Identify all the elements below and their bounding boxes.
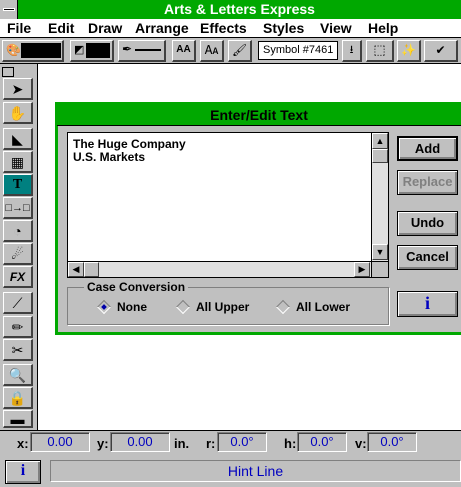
shapes-tool-icon[interactable]: ◣: [3, 128, 33, 150]
text-entry-area[interactable]: The Huge Company U.S. Markets ▲ ▼ ◀ ▶: [67, 132, 389, 278]
system-menu-button[interactable]: [0, 0, 18, 19]
radio-all-lower-label[interactable]: All Lower: [296, 300, 350, 314]
x-label: x:: [17, 436, 29, 451]
menu-file[interactable]: File: [7, 19, 31, 37]
scroll-down-icon[interactable]: ▼: [372, 244, 388, 260]
transform-tool-icon[interactable]: □→□: [3, 197, 33, 219]
text-content[interactable]: The Huge Company U.S. Markets: [73, 138, 186, 164]
symbol-dropdown-icon[interactable]: ⭳: [342, 40, 362, 62]
palette-icon: 🎨: [6, 43, 21, 57]
hscroll-thumb[interactable]: [84, 262, 99, 277]
rotate-tool-icon[interactable]: ◔: [3, 220, 33, 242]
y-label: y:: [97, 436, 109, 451]
undo-button[interactable]: Undo: [397, 211, 458, 236]
menu-edit[interactable]: Edit: [48, 19, 74, 37]
menu-effects[interactable]: Effects: [200, 19, 247, 37]
text-line: U.S. Markets: [73, 150, 146, 164]
app-title: Arts & Letters Express: [164, 1, 315, 17]
line-color-button[interactable]: ◩: [70, 40, 114, 62]
pencil-tool-icon[interactable]: ✏: [3, 316, 33, 338]
pen-icon: ✒: [122, 42, 133, 56]
line-sample: [135, 49, 161, 51]
unit-label: in.: [174, 436, 190, 451]
clipart-tool-icon[interactable]: ▦: [3, 151, 33, 173]
line-color-swatch: [86, 43, 110, 58]
fill-color-swatch: [21, 43, 61, 58]
r-field[interactable]: 0.0°: [217, 432, 267, 452]
brush-icon[interactable]: 🖌: [228, 40, 252, 62]
zoom-tool-icon[interactable]: 🔍: [3, 364, 33, 386]
palette-menu-icon[interactable]: [2, 67, 14, 77]
hint-line: Hint Line: [50, 460, 461, 482]
text-style-icon[interactable]: 🗛: [200, 40, 224, 62]
line-tool-icon[interactable]: ⟋: [3, 292, 33, 314]
selection-handles-icon[interactable]: ⬚: [366, 40, 394, 62]
radio-none-label[interactable]: None: [117, 300, 147, 314]
v-field[interactable]: 0.0°: [367, 432, 417, 452]
horizontal-scrollbar[interactable]: ◀ ▶: [68, 261, 371, 277]
dialog-info-button[interactable]: i: [397, 291, 458, 317]
line-style-button[interactable]: ✒: [118, 40, 166, 62]
replace-button[interactable]: Replace: [397, 170, 458, 195]
lock-tool-icon[interactable]: 🔒: [3, 387, 33, 409]
cancel-button[interactable]: Cancel: [397, 245, 458, 270]
y-field[interactable]: 0.00: [110, 432, 170, 452]
scroll-left-icon[interactable]: ◀: [68, 262, 84, 277]
magic-wand-icon[interactable]: ✨: [397, 40, 421, 62]
fill-color-button[interactable]: 🎨: [2, 40, 64, 62]
add-button[interactable]: Add: [397, 136, 458, 161]
case-conversion-label: Case Conversion: [84, 280, 189, 294]
graph-tool-icon[interactable]: ☄: [3, 243, 33, 265]
toolbar: 🎨 ◩ ✒ AA 🗛 🖌 Symbol #7461 ⭳ ⬚ ✨ ✔: [0, 38, 461, 64]
scroll-up-icon[interactable]: ▲: [372, 133, 388, 149]
pointer-tool-icon[interactable]: ➤: [3, 78, 33, 100]
v-label: v:: [355, 436, 367, 451]
hand-tool-icon[interactable]: ✋: [3, 102, 33, 124]
status-info-button[interactable]: i: [5, 460, 41, 484]
vertical-scrollbar[interactable]: ▲ ▼: [371, 133, 388, 261]
menu-bar: File Edit Draw Arrange Effects Styles Vi…: [0, 19, 461, 38]
r-label: r:: [206, 436, 216, 451]
menu-styles[interactable]: Styles: [263, 19, 304, 37]
h-label: h:: [284, 436, 297, 451]
fx-tool-icon[interactable]: FX: [3, 266, 33, 288]
x-field[interactable]: 0.00: [30, 432, 90, 452]
symbol-field[interactable]: Symbol #7461: [258, 41, 338, 60]
scissors-tool-icon[interactable]: ✂: [3, 339, 33, 361]
checkmark-pen-icon[interactable]: ✔: [424, 40, 458, 62]
menu-arrange[interactable]: Arrange: [135, 19, 189, 37]
scroll-thumb[interactable]: [372, 149, 388, 163]
tool-palette: ➤ ✋ ◣ ▦ T □→□ ◔ ☄ FX ⟋ ✏ ✂ 🔍 🔒 ▬: [0, 64, 38, 430]
dialog-title: Enter/Edit Text: [57, 104, 461, 126]
menu-draw[interactable]: Draw: [88, 19, 122, 37]
menu-view[interactable]: View: [320, 19, 352, 37]
radio-all-upper-label[interactable]: All Upper: [196, 300, 249, 314]
scroll-right-icon[interactable]: ▶: [354, 262, 370, 277]
menu-help[interactable]: Help: [368, 19, 398, 37]
system-menu-icon: [3, 8, 15, 11]
ruler-tool-icon[interactable]: ▬: [3, 410, 33, 428]
text-size-button[interactable]: AA: [172, 40, 196, 62]
text-tool-icon[interactable]: T: [3, 174, 33, 196]
h-field[interactable]: 0.0°: [297, 432, 347, 452]
line-color-icon: ◩: [74, 44, 85, 56]
scroll-corner: [371, 261, 388, 277]
